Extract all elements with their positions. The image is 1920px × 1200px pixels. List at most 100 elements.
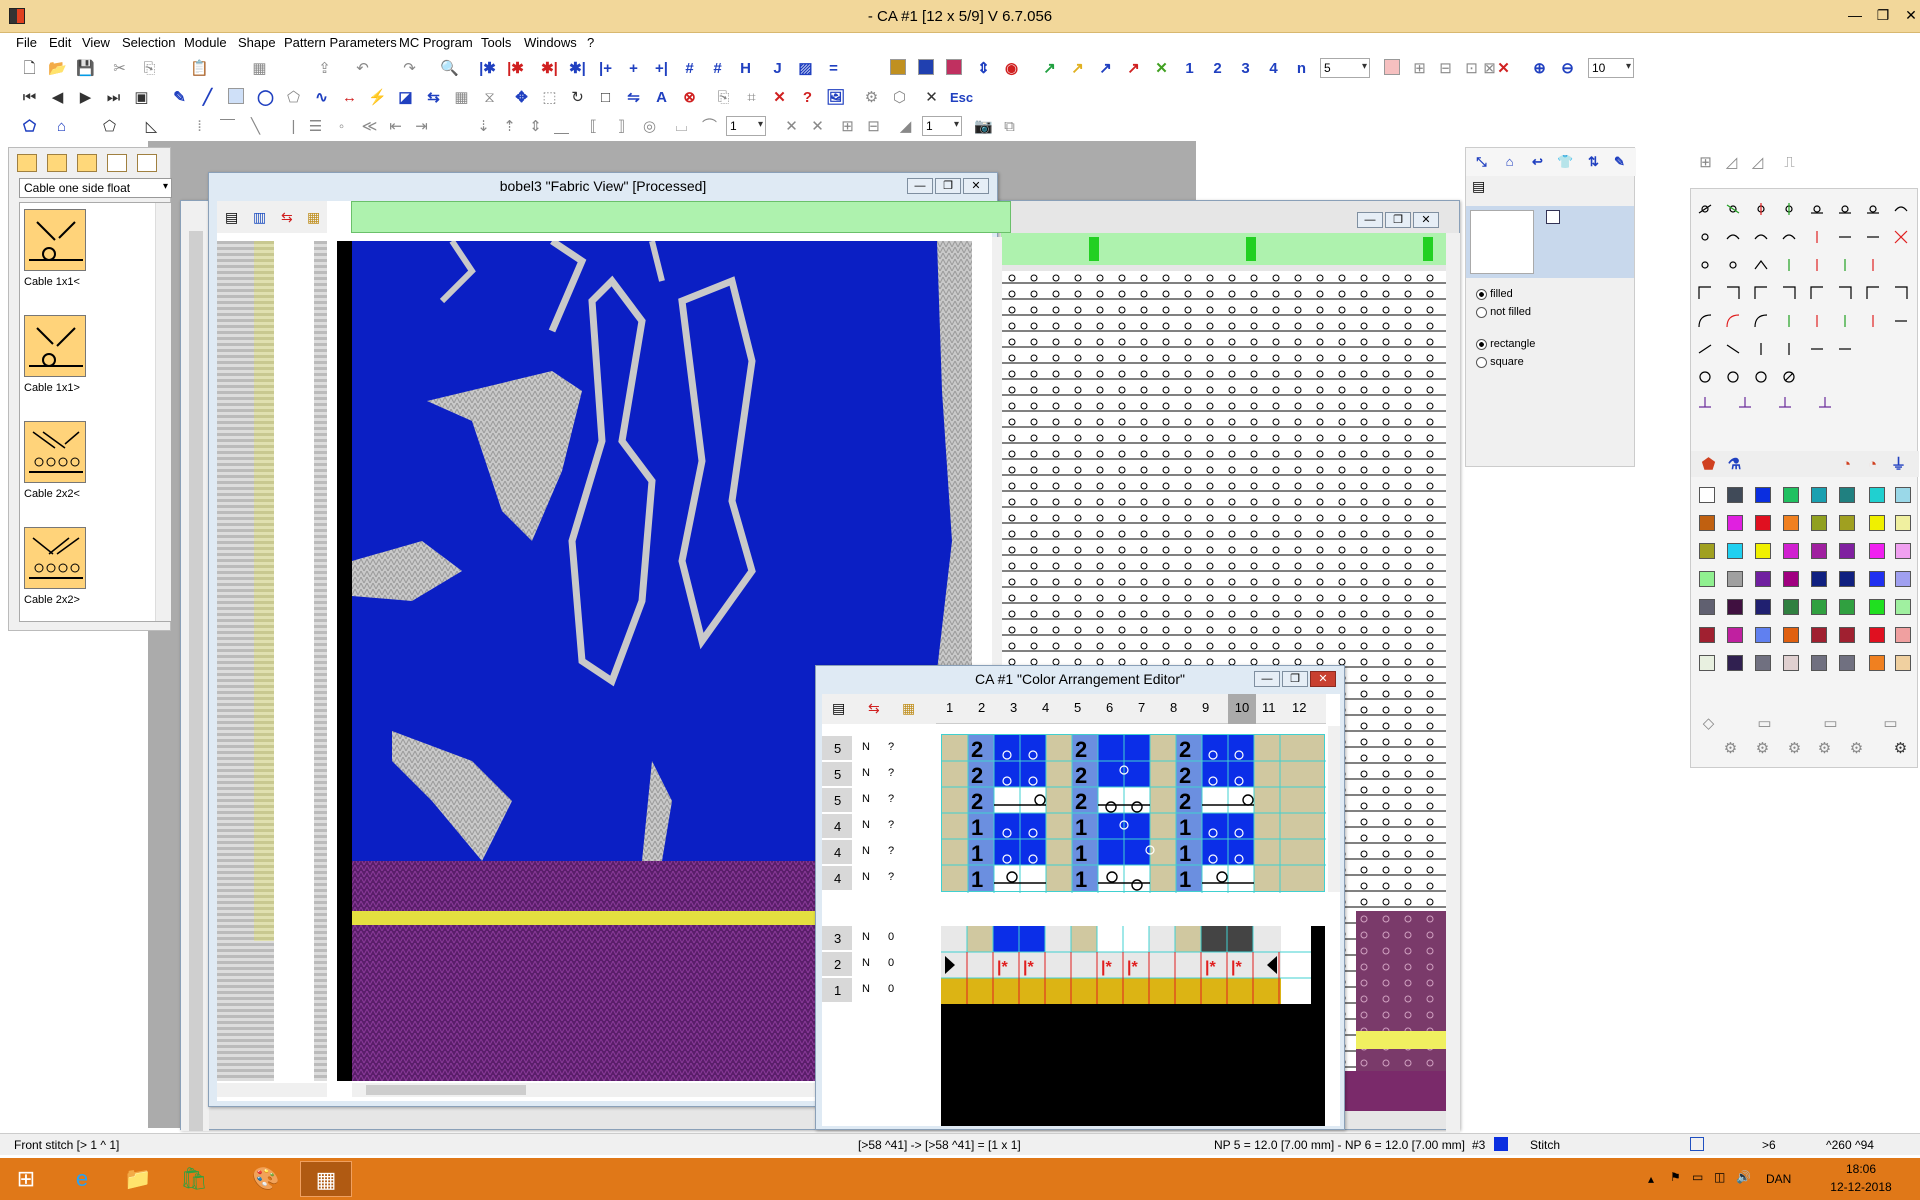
esc-button[interactable]: Esc	[950, 88, 973, 107]
save-icon[interactable]: 💾	[76, 59, 95, 78]
menu-windows[interactable]: Windows	[524, 35, 577, 50]
color-swatch[interactable]	[1839, 599, 1855, 615]
stitch-count-combo[interactable]: 5	[1320, 58, 1370, 78]
color-swatch[interactable]	[1869, 599, 1885, 615]
tab-stitches-icon[interactable]	[17, 154, 37, 172]
table-row[interactable]: 4 N?	[822, 866, 932, 892]
mc-icon[interactable]: ◔	[1837, 455, 1856, 474]
ie-icon[interactable]: e	[56, 1161, 108, 1197]
tab-modules-icon[interactable]	[77, 154, 97, 172]
swap-icon[interactable]: ⇆	[281, 209, 293, 226]
scale-icon[interactable]: ⬚	[540, 88, 559, 107]
column-header[interactable]: 3	[1010, 700, 1017, 715]
flip-icon[interactable]: ⇋	[624, 88, 643, 107]
mc2-icon[interactable]: ◔	[1863, 455, 1882, 474]
paste-icon[interactable]: 📋	[190, 59, 209, 78]
color-swatch[interactable]	[1783, 655, 1799, 671]
cable-item[interactable]: Cable 1x1>	[24, 315, 124, 419]
x2-icon[interactable]: ✕	[808, 117, 827, 136]
copy-icon[interactable]: ⎘	[140, 59, 159, 78]
curve-icon[interactable]: ∿	[312, 88, 331, 107]
color-swatch[interactable]	[1699, 599, 1715, 615]
camera-icon[interactable]: 📷	[974, 117, 993, 136]
transfer-icon[interactable]: |+	[596, 59, 615, 78]
triangle-icon[interactable]: ◺	[142, 117, 161, 136]
color-swatch[interactable]	[1811, 571, 1827, 587]
tab-list-icon[interactable]	[107, 154, 127, 172]
swap-icon[interactable]: ⇆	[868, 700, 880, 717]
pattern-vscroll[interactable]	[1446, 233, 1460, 1133]
split-view-icon[interactable]: ⧉	[1000, 117, 1019, 136]
color-swatch[interactable]	[1755, 655, 1771, 671]
line-icon[interactable]: ╱	[198, 88, 217, 107]
menu-help[interactable]: ?	[587, 35, 594, 50]
cable-type-select[interactable]: Cable one side float	[19, 178, 172, 198]
cap-icon[interactable]: ⌒	[700, 117, 719, 136]
bracket2-icon[interactable]: ⟧	[612, 117, 631, 136]
menu-selection[interactable]: Selection	[122, 35, 175, 50]
close-button[interactable]: ✕	[1413, 212, 1439, 228]
num-n-button[interactable]: n	[1292, 59, 1311, 78]
color-swatch[interactable]	[1869, 543, 1885, 559]
tool-a-icon[interactable]: ⊞	[1410, 59, 1429, 78]
column-header[interactable]: 7	[1138, 700, 1145, 715]
stitch-both-icon[interactable]: ✱|	[540, 59, 559, 78]
color-swatch[interactable]	[1755, 515, 1771, 531]
last-icon[interactable]: ⏭	[104, 88, 123, 107]
rack-icon[interactable]	[918, 59, 934, 75]
box-icon[interactable]: □	[596, 88, 615, 107]
crop-icon[interactable]: ⌗	[742, 88, 761, 107]
num-2-button[interactable]: 2	[1208, 59, 1227, 78]
volume-icon[interactable]: 🔊	[1736, 1170, 1751, 1184]
list-icon[interactable]: ▤	[832, 700, 845, 717]
color-swatch[interactable]	[1755, 627, 1771, 643]
grid-icon[interactable]: ▦	[902, 700, 915, 717]
right-bar-icon[interactable]: ⇥	[412, 117, 431, 136]
help-search-icon[interactable]: 🔍	[440, 59, 459, 78]
cable-item[interactable]: Cable 1x1<	[24, 209, 124, 313]
tool-y-icon[interactable]: ◿	[1722, 153, 1741, 172]
stitch-a-icon[interactable]: ⚙	[1721, 739, 1740, 758]
tool-b-icon[interactable]: ⊟	[1436, 59, 1455, 78]
rotate-icon[interactable]: ↻	[568, 88, 587, 107]
color-swatch[interactable]	[1895, 627, 1911, 643]
list-icon[interactable]: ▤	[225, 209, 238, 226]
color-swatch[interactable]	[1839, 655, 1855, 671]
color-swatch[interactable]	[1895, 571, 1911, 587]
num-4-button[interactable]: 4	[1264, 59, 1283, 78]
lasso-icon[interactable]: ⬠	[20, 117, 39, 136]
column-header[interactable]: 2	[978, 700, 985, 715]
table-row[interactable]: 2N0	[822, 952, 932, 978]
color-swatch[interactable]	[1727, 599, 1743, 615]
hash-bar-icon[interactable]: #	[680, 59, 699, 78]
query-icon[interactable]: ?	[798, 88, 817, 107]
menu-tools[interactable]: Tools	[481, 35, 511, 50]
color-swatch[interactable]	[1839, 515, 1855, 531]
base-icon[interactable]: ⎽	[552, 117, 571, 136]
num-3-button[interactable]: 3	[1236, 59, 1255, 78]
clear-icon[interactable]: ⊗	[680, 88, 699, 107]
knit-a-icon[interactable]: ⊞	[838, 117, 857, 136]
new-file-icon[interactable]: 🗋	[20, 59, 39, 78]
cable-list-scrollbar[interactable]	[155, 203, 171, 621]
stitch-symbols[interactable]	[1691, 189, 1919, 419]
pencil-icon[interactable]: ✎	[170, 88, 189, 107]
module-icon[interactable]: ▦	[250, 59, 269, 78]
edit-icon[interactable]: ✎	[1610, 152, 1629, 171]
color-swatch[interactable]	[1727, 515, 1743, 531]
updown-icon[interactable]: ⇕	[526, 117, 545, 136]
color-swatch[interactable]	[1755, 599, 1771, 615]
menu-pattern-parameters[interactable]: Pattern Parameters	[284, 35, 397, 50]
prev-icon[interactable]: ◀	[48, 88, 67, 107]
color-swatch[interactable]	[1755, 487, 1771, 503]
cable-item[interactable]: Cable 2x2<	[24, 421, 124, 525]
blank3-icon[interactable]: ▭	[1881, 714, 1900, 733]
color-swatch[interactable]	[1699, 627, 1715, 643]
table-row[interactable]: 4 N?	[822, 840, 932, 866]
table-row[interactable]: 3N0	[822, 926, 932, 952]
color-swatch[interactable]	[1895, 487, 1911, 503]
color-swatch[interactable]	[1895, 515, 1911, 531]
paint-icon[interactable]: 🎨	[240, 1161, 292, 1197]
yarn-icon[interactable]: ⬟	[1699, 455, 1718, 474]
record-icon[interactable]: ◉	[1002, 59, 1021, 78]
